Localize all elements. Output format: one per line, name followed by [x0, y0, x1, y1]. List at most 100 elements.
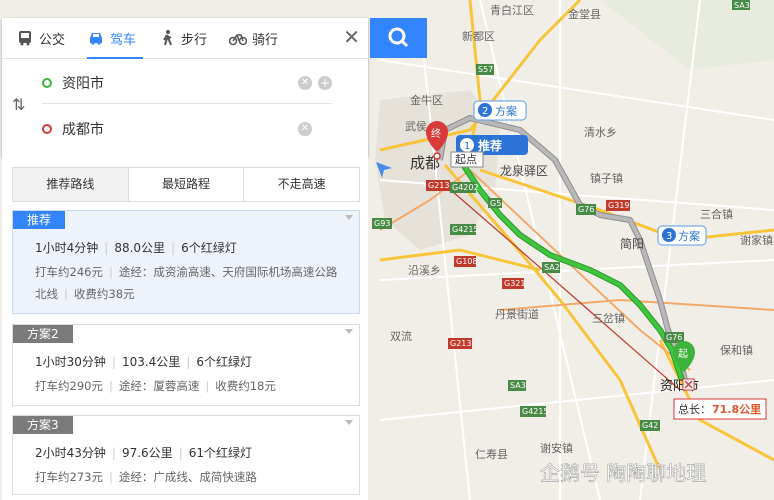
place-label: 谢安镇: [540, 441, 573, 455]
road-shield: G108: [454, 256, 477, 267]
expand-arrow-icon[interactable]: [345, 215, 353, 220]
road-shield: SA3: [508, 380, 526, 391]
svg-text:G319: G319: [608, 201, 629, 210]
svg-text:G5: G5: [490, 199, 501, 208]
road-shield: SA2: [542, 262, 560, 273]
route-tabs: 推荐路线 最短路程 不走高速: [12, 167, 360, 202]
search-icon: [388, 27, 409, 48]
route-search-panel: 公交 驾车 步行 骑行 ✕ ⇅ ✕ + ✕: [2, 18, 368, 157]
route-label: 推荐: [13, 211, 66, 229]
svg-text:1: 1: [464, 141, 470, 152]
expand-arrow-icon[interactable]: [345, 420, 353, 425]
road-shield: SA3: [732, 0, 750, 10]
route-label: 方案3: [13, 416, 73, 434]
route-details: 打车约246元 | 途经：成资渝高速、天府国际机场高速公路北线 | 收费约38元: [35, 265, 338, 301]
route-taxi: 打车约273元: [35, 470, 103, 484]
watermark-text: 企鹅号 陶陶聊地理: [540, 461, 706, 485]
svg-text:G4215: G4215: [452, 225, 479, 234]
svg-text:G213: G213: [450, 339, 471, 348]
road-shield: G213: [448, 338, 472, 349]
svg-text:G42: G42: [642, 421, 658, 430]
clear-start-icon[interactable]: ✕: [298, 76, 312, 90]
close-icon[interactable]: ✕: [343, 27, 360, 47]
route-card-1[interactable]: 推荐 1小时4分钟 | 88.0公里 | 6个红绿灯 打车约246元 | 途经：成资渝高速、…: [12, 210, 360, 314]
place-label: 丹景街道: [495, 307, 539, 321]
start-point-label: 起点: [450, 151, 484, 168]
route-via: 途经：广成线、成简快速路: [118, 470, 257, 484]
search-button[interactable]: [370, 18, 427, 58]
mode-label: 骑行: [252, 32, 279, 48]
svg-text:3: 3: [666, 231, 672, 242]
place-label: 沿溪乡: [408, 264, 441, 277]
tab-shortest[interactable]: 最短路程: [129, 168, 245, 201]
route-card-2[interactable]: 方案2 1小时30分钟 | 103.4公里 | 6个红绿灯 打车约290元 | 途经：厦蓉高…: [12, 324, 360, 406]
svg-text:G321: G321: [504, 279, 525, 288]
road-shield: G213: [426, 180, 450, 191]
mode-bus[interactable]: 公交: [2, 18, 73, 58]
place-label: 金堂县: [568, 7, 601, 21]
svg-text:起: 起: [678, 348, 688, 360]
add-waypoint-icon[interactable]: +: [318, 76, 332, 90]
swap-icon[interactable]: ⇅: [12, 95, 25, 114]
road-shield: G76: [664, 332, 684, 343]
end-input[interactable]: [60, 120, 284, 138]
mode-walk[interactable]: 步行: [144, 18, 215, 58]
place-label: 三合镇: [700, 207, 733, 221]
route-via: 途经：厦蓉高速: [118, 379, 200, 393]
start-row: ✕ +: [42, 63, 332, 104]
route-time: 1小时30分钟: [35, 355, 106, 369]
route-results: 推荐路线 最短路程 不走高速 推荐 1小时4分钟 | 88.0公里 | 6个红绿灯 打车…: [2, 148, 368, 500]
place-label: 镇子镇: [590, 171, 623, 185]
svg-text:方案: 方案: [495, 104, 517, 118]
expand-arrow-icon[interactable]: [345, 329, 353, 334]
end-dot-icon: [42, 124, 52, 134]
svg-text:SA3: SA3: [734, 1, 750, 10]
mode-label: 公交: [39, 32, 66, 48]
road-shield: G76: [576, 204, 596, 215]
svg-text:71.8公里: 71.8公里: [712, 403, 761, 416]
mode-tabs: 公交 驾车 步行 骑行 ✕: [2, 18, 368, 59]
svg-text:终: 终: [431, 127, 441, 140]
road-shield: G93: [372, 218, 392, 229]
road-shield: G5: [488, 198, 502, 208]
place-label: 清水乡: [584, 126, 617, 139]
route-lights: 6个红绿灯: [181, 241, 237, 255]
start-input[interactable]: [60, 74, 284, 92]
mode-car[interactable]: 驾车: [73, 18, 144, 58]
route-distance: 103.4公里: [121, 355, 181, 369]
svg-text:2: 2: [482, 106, 488, 117]
place-label: 简阳: [620, 237, 644, 251]
svg-text:SA2: SA2: [544, 263, 560, 272]
route-summary: 1小时4分钟 | 88.0公里 | 6个红绿灯: [35, 241, 237, 255]
mode-bike[interactable]: 骑行: [215, 18, 286, 58]
svg-text:G4202: G4202: [452, 183, 479, 192]
tab-recommended[interactable]: 推荐路线: [13, 168, 129, 201]
bike-icon: [229, 34, 248, 46]
clear-end-icon[interactable]: ✕: [298, 122, 312, 136]
bus-icon: [19, 31, 31, 46]
route-taxi: 打车约246元: [35, 265, 103, 279]
route-details: 打车约290元 | 途经：厦蓉高速 | 收费约18元: [35, 379, 276, 393]
svg-text:方案: 方案: [678, 229, 700, 243]
svg-text:S57: S57: [478, 65, 493, 74]
place-label: 谢家镇: [740, 233, 773, 247]
place-label: 仁寿县: [475, 447, 508, 461]
route-distance: 88.0公里: [114, 241, 166, 255]
svg-text:G4215: G4215: [522, 407, 549, 416]
route-lights: 6个红绿灯: [196, 355, 252, 369]
end-row: ✕: [42, 109, 332, 149]
road-shield: G4215: [450, 224, 479, 235]
svg-text:推荐: 推荐: [478, 138, 502, 153]
place-label: 三岔镇: [592, 311, 625, 325]
walk-icon: [163, 30, 172, 46]
tab-no-highway[interactable]: 不走高速: [244, 168, 359, 201]
route-card-3[interactable]: 方案3 2小时43分钟 | 97.6公里 | 61个红绿灯 打车约273元 | 途经：广成线…: [12, 415, 360, 495]
place-label: 龙泉驿区: [500, 164, 548, 178]
route-details: 打车约273元 | 途经：广成线、成简快速路: [35, 470, 257, 484]
svg-text:G76: G76: [578, 205, 594, 214]
road-shield: G4215: [520, 406, 549, 417]
mode-label: 驾车: [110, 32, 137, 48]
svg-text:G213: G213: [428, 181, 449, 190]
road-shield: G321: [502, 278, 525, 289]
route-lights: 61个红绿灯: [188, 446, 253, 460]
